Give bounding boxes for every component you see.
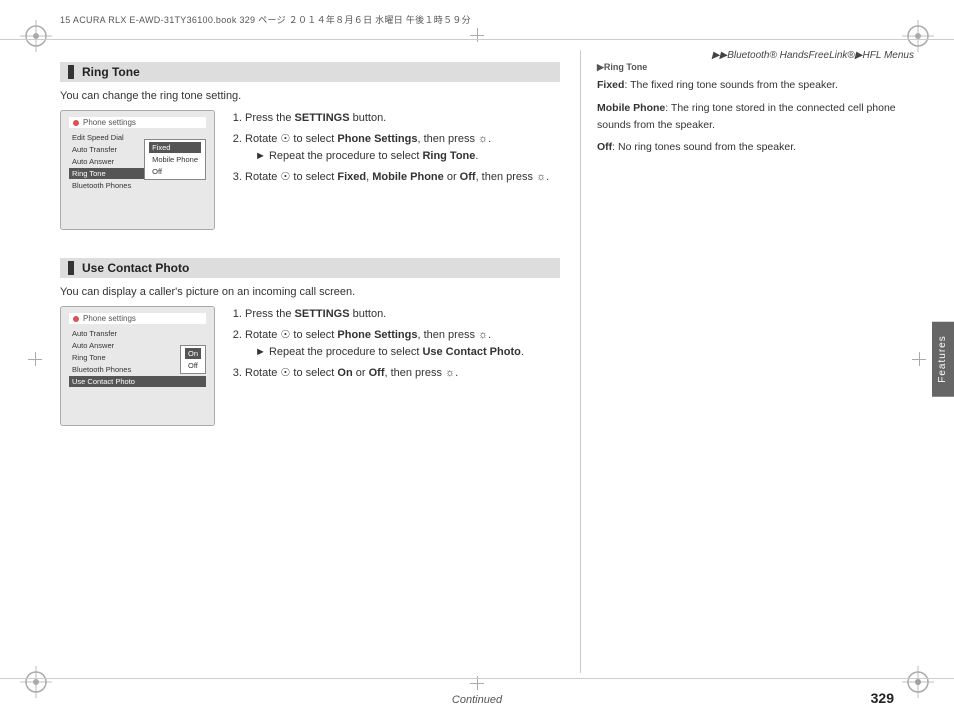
sub-item-fixed: Fixed [149, 142, 201, 153]
heading-bar [68, 65, 74, 79]
ring-tone-step-1: Press the SETTINGS button. [245, 110, 560, 128]
header-file-info: 15 ACURA RLX E-AWD-31TY36100.book 329 ペー… [60, 13, 471, 26]
screen-title-1: Phone settings [69, 117, 206, 128]
ring-tone-heading: Ring Tone [60, 62, 560, 82]
right-note-label: ▶Ring Tone [597, 62, 919, 73]
menu-item-2-5-active: Use Contact Photo [69, 376, 206, 387]
use-contact-photo-instructions: Press the SETTINGS button. Rotate ☉ to s… [229, 306, 560, 426]
ring-tone-section: Ring Tone You can change the ring tone s… [60, 62, 560, 230]
ucp-step-2: Rotate ☉ to select Phone Settings, then … [245, 327, 560, 362]
ring-tone-description: You can change the ring tone setting. [60, 90, 560, 102]
main-content: Ring Tone You can change the ring tone s… [60, 50, 919, 673]
right-note-content: Fixed: The fixed ring tone sounds from t… [597, 77, 919, 156]
screen-title-text-2: Phone settings [83, 314, 136, 323]
screen-title-text-1: Phone settings [83, 118, 136, 127]
sub-item-off-1: Off [149, 166, 201, 177]
page-number: 329 [871, 690, 894, 706]
heading-bar-2 [68, 261, 74, 275]
sub-item-off-2: Off [185, 360, 201, 371]
use-contact-photo-description: You can display a caller's picture on an… [60, 286, 560, 298]
screen-dot [73, 120, 79, 126]
sub-menu-2: On Off [180, 345, 206, 374]
cross-left-center [28, 352, 42, 366]
note-fixed: Fixed: The fixed ring tone sounds from t… [597, 77, 919, 94]
right-column: ▶Ring Tone Fixed: The fixed ring tone so… [580, 50, 919, 673]
note-off-text: No ring tones sound from the speaker. [618, 141, 796, 153]
bottom-bar: Continued [0, 678, 954, 718]
screen-title-2: Phone settings [69, 313, 206, 324]
ring-tone-screen: Phone settings Edit Speed Dial Auto Tran… [60, 110, 215, 230]
use-contact-photo-screen: Phone settings Auto Transfer Auto Answer… [60, 306, 215, 426]
note-fixed-text: The fixed ring tone sounds from the spea… [630, 79, 838, 91]
note-mobile-phone: Mobile Phone: The ring tone stored in th… [597, 100, 919, 134]
note-off: Off: No ring tones sound from the speake… [597, 139, 919, 156]
top-header: 15 ACURA RLX E-AWD-31TY36100.book 329 ペー… [0, 0, 954, 40]
use-contact-photo-body: Phone settings Auto Transfer Auto Answer… [60, 306, 560, 426]
ring-tone-step-2: Rotate ☉ to select Phone Settings, then … [245, 131, 560, 166]
sidebar-features-label: Features [932, 321, 954, 396]
ring-tone-step-3: Rotate ☉ to select Fixed, Mobile Phone o… [245, 169, 560, 187]
sub-item-on: On [185, 348, 201, 359]
use-contact-photo-heading-text: Use Contact Photo [82, 261, 189, 275]
menu-item-5: Bluetooth Phones [69, 180, 206, 191]
ring-tone-instructions: Press the SETTINGS button. Rotate ☉ to s… [229, 110, 560, 230]
ring-tone-arrow-step: ► Repeat the procedure to select Ring To… [245, 148, 560, 166]
sub-menu-1: Fixed Mobile Phone Off [144, 139, 206, 180]
ucp-step-1: Press the SETTINGS button. [245, 306, 560, 324]
continued-text: Continued [452, 694, 502, 706]
ring-tone-heading-text: Ring Tone [82, 65, 140, 79]
ucp-arrow-step: ► Repeat the procedure to select Use Con… [245, 344, 560, 362]
use-contact-photo-section: Use Contact Photo You can display a call… [60, 258, 560, 426]
menu-item-2-1: Auto Transfer [69, 328, 206, 339]
ucp-step-3: Rotate ☉ to select On or Off, then press… [245, 365, 560, 383]
screen-dot-2 [73, 316, 79, 322]
ring-tone-body: Phone settings Edit Speed Dial Auto Tran… [60, 110, 560, 230]
use-contact-photo-heading: Use Contact Photo [60, 258, 560, 278]
sub-item-mobile: Mobile Phone [149, 154, 201, 165]
left-column: Ring Tone You can change the ring tone s… [60, 50, 580, 673]
